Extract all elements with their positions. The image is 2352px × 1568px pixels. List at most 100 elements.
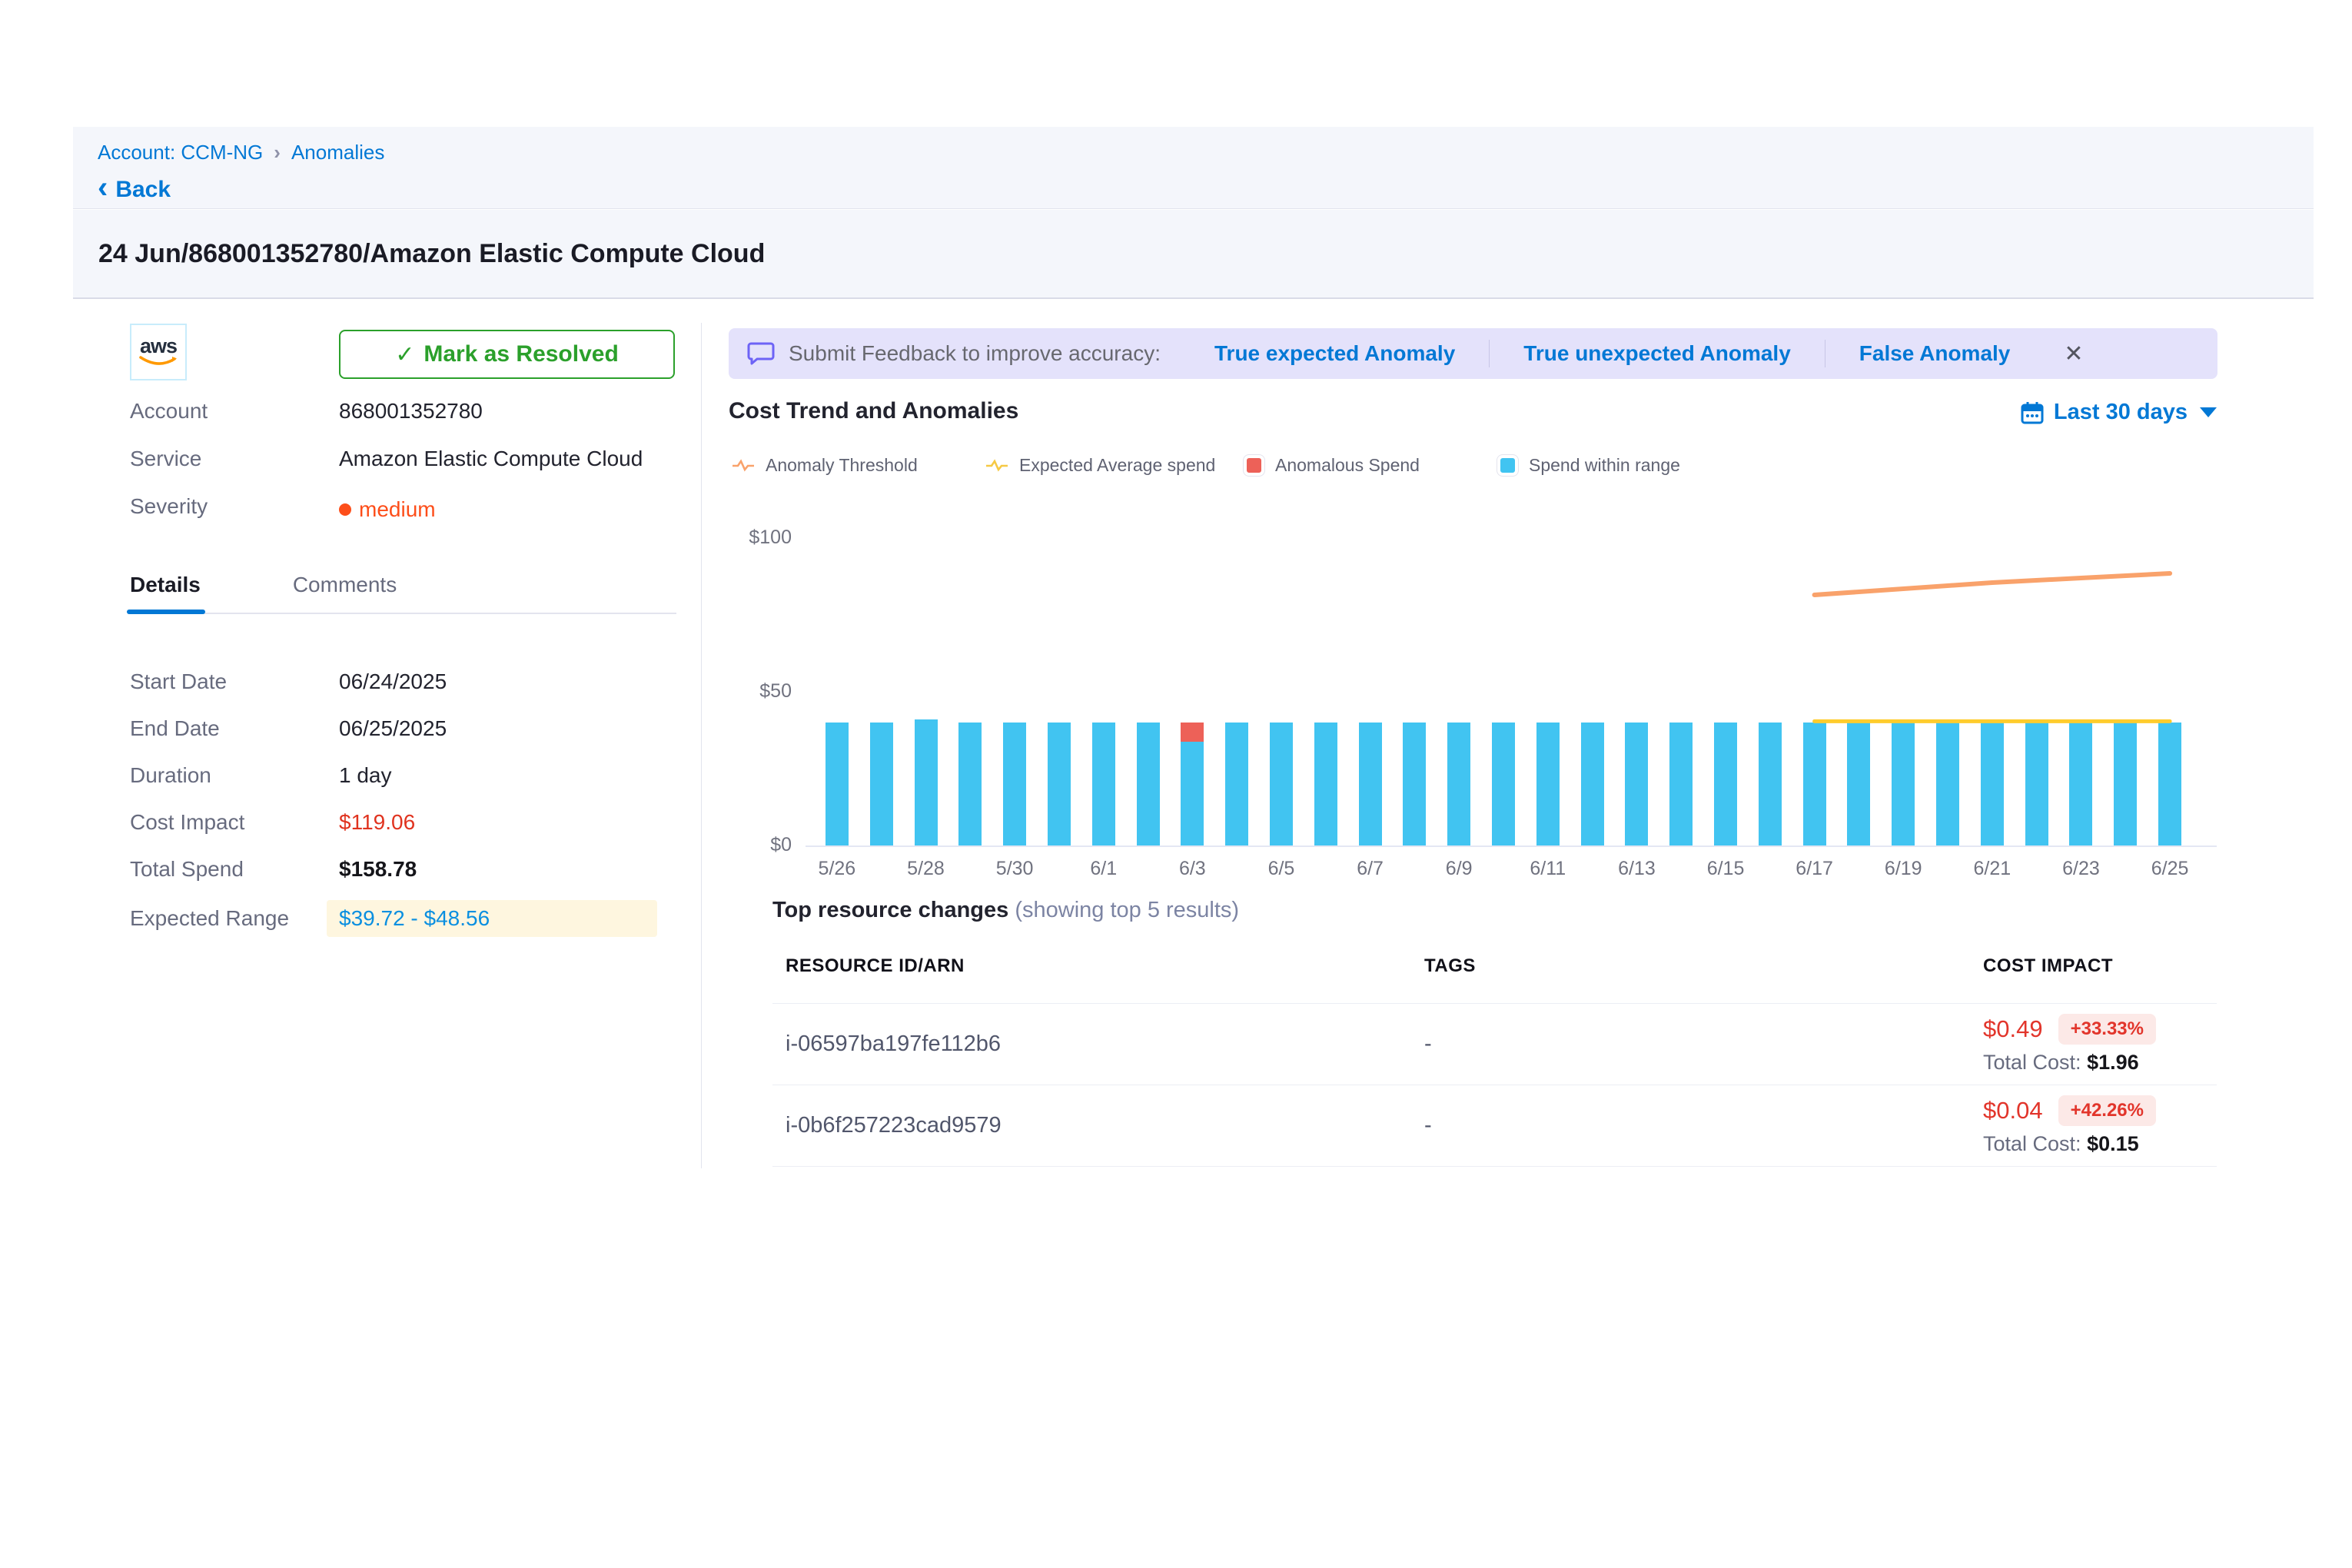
- tab-comments[interactable]: Comments: [293, 573, 397, 597]
- speech-bubble-icon: [747, 341, 775, 367]
- breadcrumb-separator-icon: ›: [274, 141, 281, 164]
- service-label: Service: [130, 447, 339, 477]
- y-axis-tick: $50: [723, 680, 792, 703]
- date-range-label: Last 30 days: [2054, 400, 2188, 425]
- severity-label: Severity: [130, 494, 339, 525]
- resolve-button-label: Mark as Resolved: [424, 341, 618, 367]
- resource-tags: -: [1424, 1113, 1983, 1138]
- panel-divider: [701, 323, 702, 1168]
- chart-legend: Anomaly Threshold Expected Average spend…: [732, 455, 1680, 476]
- end-date-value: 06/25/2025: [339, 716, 447, 747]
- duration-value: 1 day: [339, 763, 392, 794]
- mark-as-resolved-button[interactable]: ✓ Mark as Resolved: [339, 330, 675, 379]
- x-axis-tick: 6/9: [1446, 858, 1473, 880]
- total-cost-label: Total Cost:: [1983, 1132, 2081, 1155]
- chart-x-axis: 5/265/285/306/16/36/56/76/96/116/136/156…: [815, 858, 2192, 889]
- resource-table-header: RESOURCE ID/ARN TAGS COST IMPACT: [772, 955, 2217, 1004]
- severity-text: medium: [359, 497, 436, 522]
- impact-amount: $0.49: [1983, 1015, 2043, 1043]
- severity-dot-icon: [339, 503, 351, 516]
- chevron-left-icon: ‹: [98, 176, 108, 199]
- feedback-banner: Submit Feedback to improve accuracy: Tru…: [729, 328, 2217, 379]
- x-axis-tick: 6/1: [1090, 858, 1117, 880]
- duration-label: Duration: [130, 763, 339, 794]
- resource-table-title: Top resource changes: [772, 898, 1008, 922]
- aws-logo-text: aws: [140, 337, 177, 355]
- chart-title: Cost Trend and Anomalies: [729, 398, 1018, 424]
- y-axis-tick: $0: [723, 834, 792, 856]
- back-button[interactable]: ‹ Back: [98, 177, 2289, 203]
- cost-impact-value: $119.06: [339, 810, 415, 841]
- expected-range-label: Expected Range: [130, 906, 339, 937]
- col-resource-id: RESOURCE ID/ARN: [786, 955, 1424, 977]
- x-axis-tick: 6/17: [1796, 858, 1833, 880]
- impact-percent-badge: +42.26%: [2058, 1095, 2156, 1126]
- spend-within-range-swatch-icon: [1497, 455, 1518, 476]
- x-axis-tick: 6/3: [1179, 858, 1206, 880]
- chevron-down-icon: [2200, 407, 2217, 417]
- aws-provider-logo: aws: [130, 324, 187, 380]
- chart-line-overlay: [815, 523, 2192, 845]
- feedback-true-expected-button[interactable]: True expected Anomaly: [1214, 341, 1455, 366]
- active-tab-indicator: [127, 610, 205, 614]
- feedback-close-icon[interactable]: ✕: [2064, 341, 2083, 367]
- x-axis-tick: 6/11: [1530, 858, 1566, 880]
- breadcrumb: Account: CCM-NG › Anomalies: [98, 141, 2289, 164]
- resource-id[interactable]: i-06597ba197fe112b6: [786, 1031, 1424, 1057]
- impact-amount: $0.04: [1983, 1097, 2043, 1125]
- tab-details[interactable]: Details: [130, 573, 201, 597]
- tab-divider: [130, 613, 676, 614]
- total-spend-label: Total Spend: [130, 857, 339, 888]
- date-range-select[interactable]: Last 30 days: [2020, 400, 2217, 425]
- feedback-separator: [1489, 340, 1490, 367]
- legend-label: Anomaly Threshold: [766, 455, 918, 476]
- severity-value: medium: [339, 494, 436, 525]
- y-axis-tick: $100: [723, 527, 792, 549]
- total-cost-label: Total Cost:: [1983, 1051, 2081, 1074]
- x-axis-tick: 6/7: [1357, 858, 1384, 880]
- x-axis-tick: 6/21: [1974, 858, 2011, 880]
- col-cost-impact: COST IMPACT: [1983, 955, 2230, 977]
- breadcrumb-anomalies-link[interactable]: Anomalies: [291, 141, 384, 164]
- resource-table-subtitle: (showing top 5 results): [1015, 898, 1239, 922]
- legend-label: Expected Average spend: [1019, 455, 1215, 476]
- impact-percent-badge: +33.33%: [2058, 1014, 2156, 1045]
- check-icon: ✓: [395, 341, 414, 368]
- cost-impact-cell: $0.04 +42.26% Total Cost: $0.15: [1983, 1095, 2230, 1156]
- account-label: Account: [130, 399, 339, 430]
- chart-baseline: [806, 845, 2217, 847]
- back-label: Back: [115, 177, 171, 203]
- x-axis-tick: 5/30: [996, 858, 1034, 880]
- x-axis-tick: 6/19: [1885, 858, 1922, 880]
- calendar-icon: [2020, 400, 2045, 425]
- detail-tabs: Details Comments: [130, 573, 397, 597]
- account-value: 868001352780: [339, 399, 483, 430]
- feedback-prompt: Submit Feedback to improve accuracy:: [789, 341, 1161, 366]
- expected-average-line-icon: [985, 459, 1008, 473]
- resource-id[interactable]: i-0b6f257223cad9579: [786, 1113, 1424, 1138]
- header-title-band: 24 Jun/868001352780/Amazon Elastic Compu…: [73, 210, 2314, 299]
- legend-label: Spend within range: [1529, 455, 1680, 476]
- start-date-label: Start Date: [130, 669, 339, 700]
- legend-label: Anomalous Spend: [1275, 455, 1420, 476]
- anomaly-detail-page: Account: CCM-NG › Anomalies ‹ Back 24 Ju…: [0, 0, 2352, 1568]
- page-title: 24 Jun/868001352780/Amazon Elastic Compu…: [98, 239, 765, 269]
- table-row[interactable]: i-0b6f257223cad9579 - $0.04 +42.26% Tota…: [772, 1085, 2217, 1167]
- cost-impact-label: Cost Impact: [130, 810, 339, 841]
- x-axis-tick: 6/25: [2151, 858, 2189, 880]
- x-axis-tick: 6/13: [1618, 858, 1656, 880]
- anomaly-threshold-line-icon: [732, 459, 755, 473]
- resource-tags: -: [1424, 1031, 1983, 1057]
- feedback-true-unexpected-button[interactable]: True unexpected Anomaly: [1523, 341, 1791, 366]
- anomalous-spend-swatch-icon: [1244, 455, 1264, 476]
- total-cost-value: $1.96: [2087, 1051, 2139, 1074]
- breadcrumb-account-link[interactable]: Account: CCM-NG: [98, 141, 263, 164]
- feedback-false-anomaly-button[interactable]: False Anomaly: [1859, 341, 2011, 366]
- x-axis-tick: 6/5: [1268, 858, 1295, 880]
- x-axis-tick: 6/15: [1707, 858, 1745, 880]
- aws-smile-icon: [138, 355, 178, 367]
- table-row[interactable]: i-06597ba197fe112b6 - $0.49 +33.33% Tota…: [772, 1004, 2217, 1085]
- anomaly-threshold-line: [1815, 573, 2171, 595]
- cost-impact-cell: $0.49 +33.33% Total Cost: $1.96: [1983, 1014, 2230, 1075]
- x-axis-tick: 5/28: [907, 858, 945, 880]
